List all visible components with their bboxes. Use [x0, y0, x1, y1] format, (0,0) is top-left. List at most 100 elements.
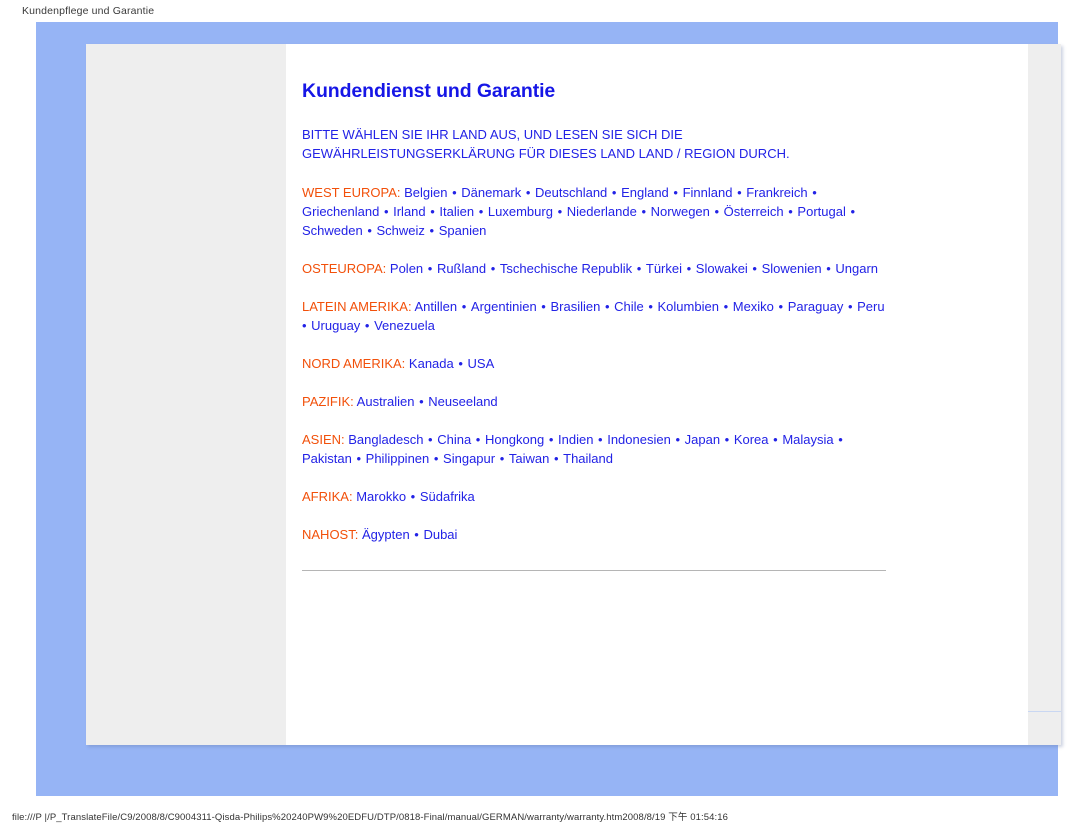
country-link[interactable]: Singapur [443, 451, 495, 466]
country-link[interactable]: Indien [558, 432, 593, 447]
country-link[interactable]: Finnland [683, 185, 733, 200]
document-content: Kundendienst und Garantie BITTE WÄHLEN S… [286, 44, 1028, 745]
country-link[interactable]: Ungarn [835, 261, 878, 276]
bullet-separator-icon: • [472, 432, 484, 447]
country-link[interactable]: Südafrika [420, 489, 475, 504]
bullet-separator-icon: • [846, 204, 856, 219]
country-link[interactable]: Türkei [646, 261, 682, 276]
sheet-corner-rule [1028, 711, 1061, 712]
document-sheet: Kundendienst und Garantie BITTE WÄHLEN S… [86, 44, 1061, 745]
country-link[interactable]: Pakistan [302, 451, 352, 466]
print-footer: file:///P |/P_TranslateFile/C9/2008/8/C9… [0, 798, 1080, 834]
country-link[interactable]: Portugal [797, 204, 845, 219]
bullet-separator-icon: • [769, 432, 782, 447]
country-link[interactable]: Deutschland [535, 185, 607, 200]
country-link[interactable]: Schweden [302, 223, 363, 238]
country-link[interactable]: Belgien [404, 185, 447, 200]
country-link[interactable]: Dubai [423, 527, 457, 542]
bullet-separator-icon: • [594, 432, 607, 447]
bullet-separator-icon: • [458, 299, 470, 314]
country-link[interactable]: Uruguay [311, 318, 360, 333]
country-link[interactable]: Dänemark [461, 185, 521, 200]
country-link[interactable]: Österreich [724, 204, 784, 219]
country-link[interactable]: Griechenland [302, 204, 379, 219]
content-divider [302, 570, 886, 571]
country-link[interactable]: Spanien [439, 223, 487, 238]
region-label: OSTEUROPA: [302, 261, 387, 276]
bullet-separator-icon: • [784, 204, 797, 219]
country-link[interactable]: Chile [614, 299, 644, 314]
bullet-separator-icon: • [608, 185, 621, 200]
country-link[interactable]: Norwegen [651, 204, 710, 219]
country-link[interactable]: Bangladesch [348, 432, 423, 447]
bullet-separator-icon: • [733, 185, 746, 200]
country-link[interactable]: Luxemburg [488, 204, 553, 219]
bullet-separator-icon: • [425, 223, 438, 238]
country-link[interactable]: Slowakei [696, 261, 748, 276]
bullet-separator-icon: • [710, 204, 723, 219]
country-link[interactable]: Frankreich [746, 185, 807, 200]
country-link[interactable]: England [621, 185, 669, 200]
country-link[interactable]: Irland [393, 204, 426, 219]
country-link[interactable]: Philippinen [366, 451, 430, 466]
bullet-separator-icon: • [822, 261, 835, 276]
sheet-left-margin [86, 44, 286, 745]
country-link[interactable]: Japan [685, 432, 720, 447]
country-link[interactable]: Kolumbien [658, 299, 719, 314]
bullet-separator-icon: • [448, 185, 461, 200]
country-link[interactable]: Niederlande [567, 204, 637, 219]
country-link[interactable]: Taiwan [509, 451, 549, 466]
bullet-separator-icon: • [430, 451, 443, 466]
bullet-separator-icon: • [410, 527, 423, 542]
bullet-separator-icon: • [522, 185, 535, 200]
country-link[interactable]: Ägypten [362, 527, 410, 542]
page-title: Kundendienst und Garantie [302, 80, 556, 102]
region-block: LATEIN AMERIKA: Antillen • Argentinien •… [302, 297, 887, 335]
country-link[interactable]: Malaysia [782, 432, 833, 447]
country-link[interactable]: Thailand [563, 451, 613, 466]
country-link[interactable]: Paraguay [788, 299, 844, 314]
country-link[interactable]: Hongkong [485, 432, 544, 447]
country-link[interactable]: Polen [390, 261, 423, 276]
bullet-separator-icon: • [683, 261, 695, 276]
bullet-separator-icon: • [426, 204, 439, 219]
country-link[interactable]: Schweiz [377, 223, 425, 238]
country-link[interactable]: Indonesien [607, 432, 671, 447]
country-link[interactable]: Antillen [414, 299, 457, 314]
bullet-separator-icon: • [644, 299, 657, 314]
bullet-separator-icon: • [361, 318, 374, 333]
bullet-separator-icon: • [537, 299, 550, 314]
country-link[interactable]: Rußland [437, 261, 486, 276]
country-link[interactable]: Neuseeland [428, 394, 497, 409]
bullet-separator-icon: • [545, 432, 558, 447]
bullet-separator-icon: • [352, 451, 365, 466]
bullet-separator-icon: • [671, 432, 684, 447]
bullet-separator-icon: • [415, 394, 428, 409]
country-link[interactable]: Kanada [409, 356, 454, 371]
country-link[interactable]: USA [468, 356, 495, 371]
bullet-separator-icon: • [844, 299, 857, 314]
country-link[interactable]: Australien [357, 394, 415, 409]
country-link[interactable]: Italien [439, 204, 474, 219]
region-label: AFRIKA: [302, 489, 353, 504]
country-link[interactable]: Brasilien [550, 299, 600, 314]
bullet-separator-icon: • [550, 451, 563, 466]
country-link[interactable]: Slowenien [762, 261, 822, 276]
bullet-separator-icon: • [637, 204, 650, 219]
country-link[interactable]: China [437, 432, 471, 447]
country-link[interactable]: Korea [734, 432, 769, 447]
bullet-separator-icon: • [496, 451, 508, 466]
country-link[interactable]: Tschechische Republik [500, 261, 632, 276]
bullet-separator-icon: • [424, 261, 436, 276]
bullet-separator-icon: • [808, 185, 817, 200]
bullet-separator-icon: • [454, 356, 467, 371]
country-link[interactable]: Venezuela [374, 318, 435, 333]
country-link[interactable]: Argentinien [471, 299, 537, 314]
country-link[interactable]: Mexiko [733, 299, 774, 314]
country-link[interactable]: Marokko [356, 489, 406, 504]
region-block: NORD AMERIKA: Kanada • USA [302, 354, 887, 373]
region-list: WEST EUROPA: Belgien • Dänemark • Deutsc… [302, 183, 1004, 544]
bullet-separator-icon: • [553, 204, 566, 219]
country-link[interactable]: Peru [857, 299, 884, 314]
bullet-separator-icon: • [487, 261, 499, 276]
